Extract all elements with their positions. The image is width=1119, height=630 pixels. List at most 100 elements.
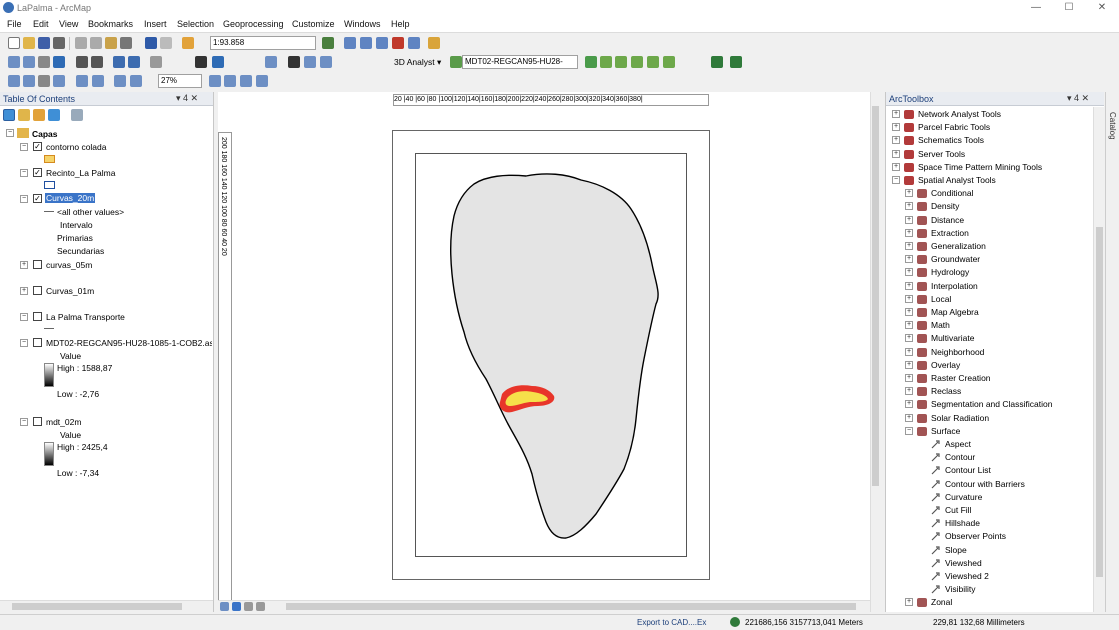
toolset-item[interactable]: Local <box>931 294 951 304</box>
redo-icon[interactable] <box>160 37 172 49</box>
toolset-item[interactable]: Generalization <box>931 241 986 251</box>
profile-graph-icon[interactable] <box>631 56 643 68</box>
layer-la-palma-transporte[interactable]: La Palma Transporte <box>46 312 125 322</box>
delete-icon[interactable] <box>120 37 132 49</box>
mdt02-checkbox[interactable] <box>33 338 42 347</box>
copy-icon[interactable] <box>90 37 102 49</box>
options-icon[interactable] <box>71 109 83 121</box>
toolset-item[interactable]: Distance <box>931 215 964 225</box>
toolset-item-expander[interactable]: + <box>905 374 913 382</box>
surface-tool-item[interactable]: Contour List <box>945 465 991 475</box>
add-data-icon[interactable] <box>182 37 194 49</box>
interpolate-line-icon[interactable] <box>585 56 597 68</box>
toolset-item-expander[interactable]: + <box>905 360 913 369</box>
cut-icon[interactable] <box>75 37 87 49</box>
toolbox-item[interactable]: Schematics Tools <box>918 135 984 145</box>
catalog-window-icon[interactable] <box>360 37 372 49</box>
catalog-side-tab[interactable]: Catalog <box>1105 92 1119 612</box>
toolset-item[interactable]: Reclass <box>931 386 961 396</box>
arcscene-icon[interactable] <box>711 56 723 68</box>
open-folder-icon[interactable] <box>23 37 35 49</box>
toolset-item-expander[interactable]: + <box>905 281 913 290</box>
surface-tool-item[interactable]: Hillshade <box>945 518 980 528</box>
select-features-icon[interactable] <box>150 56 162 68</box>
pan-page-icon[interactable] <box>38 75 50 87</box>
expand-contorno[interactable]: − <box>20 143 28 151</box>
layout-view-icon[interactable] <box>232 602 241 611</box>
expand-recinto[interactable]: − <box>20 169 28 177</box>
toolset-item-expander[interactable]: + <box>905 189 913 198</box>
search-window-icon[interactable] <box>376 37 388 49</box>
toolbox-item-expander[interactable]: − <box>892 176 900 184</box>
pause-draw-icon[interactable] <box>256 602 265 611</box>
layer-contorno-colada[interactable]: contorno colada <box>46 142 107 152</box>
expand-mdt[interactable]: − <box>20 418 28 426</box>
toolset-item-expander[interactable]: + <box>905 400 913 409</box>
zoom-in-page-icon[interactable] <box>8 75 20 87</box>
menu-insert[interactable]: Insert <box>144 19 167 29</box>
paste-icon[interactable] <box>105 37 117 49</box>
toolbox-item[interactable]: Spatial Statistics Tools <box>918 611 1002 612</box>
toolbox-item[interactable]: Space Time Pattern Mining Tools <box>918 162 1042 172</box>
curvas05-checkbox[interactable] <box>33 260 42 269</box>
list-by-selection-icon[interactable] <box>48 109 60 121</box>
toolset-item-expander[interactable]: + <box>905 347 913 356</box>
3d-analyst-label[interactable]: 3D Analyst ▾ <box>394 57 441 68</box>
forward-extent-icon[interactable] <box>128 56 140 68</box>
recinto-checkbox[interactable]: ✓ <box>33 168 42 177</box>
toolset-item-expander[interactable]: + <box>905 202 913 211</box>
toolbox-item-expander[interactable]: + <box>892 162 900 171</box>
surface-tool-item[interactable]: Cut Fill <box>945 505 971 515</box>
layer-mdt02-asc[interactable]: MDT02-REGCAN95-HU28-1085-1-COB2.asc <box>46 338 212 348</box>
layer-curvas-20m[interactable]: Curvas_20m <box>45 193 96 203</box>
data-frame[interactable] <box>415 153 687 557</box>
select-elements-icon[interactable] <box>195 56 207 68</box>
toolset-item-expander[interactable]: + <box>905 255 913 264</box>
curvas20-checkbox[interactable]: ✓ <box>33 194 42 203</box>
toolset-item[interactable]: Segmentation and Classification <box>931 399 1052 409</box>
toc-pin-close[interactable]: ▾ 4 ✕ <box>176 93 198 104</box>
toolbox-item-expander[interactable]: + <box>892 136 900 145</box>
fixed-zoom-in-icon[interactable] <box>76 56 88 68</box>
menu-bookmarks[interactable]: Bookmarks <box>88 19 133 29</box>
toolset-item[interactable]: Conditional <box>931 188 974 198</box>
zoom-out-icon[interactable] <box>23 56 35 68</box>
maximize-button[interactable]: ☐ <box>1056 1 1082 15</box>
measure-icon[interactable] <box>265 56 277 68</box>
menu-edit[interactable]: Edit <box>33 19 49 29</box>
steepest-path-icon[interactable] <box>600 56 612 68</box>
editor-icon[interactable] <box>322 37 334 49</box>
curvas01-checkbox[interactable] <box>33 286 42 295</box>
minimize-button[interactable]: — <box>1023 1 1049 15</box>
toolset-item[interactable]: Zonal <box>931 597 952 607</box>
toolset-item-expander[interactable]: + <box>905 334 913 343</box>
expand-capas[interactable]: − <box>6 129 14 137</box>
save-icon[interactable] <box>38 37 50 49</box>
html-popup-icon[interactable] <box>320 56 332 68</box>
toggle-draft-mode-icon[interactable] <box>209 75 221 87</box>
toolset-item-expander[interactable]: + <box>905 308 913 316</box>
toolset-item-expander[interactable]: + <box>905 321 913 330</box>
zoom-in-icon[interactable] <box>8 56 20 68</box>
menu-help[interactable]: Help <box>391 19 410 29</box>
data-view-icon[interactable] <box>220 602 229 611</box>
arcglobe-icon[interactable] <box>730 56 742 68</box>
toolset-item[interactable]: Solar Radiation <box>931 413 989 423</box>
data-driven-pages-icon[interactable] <box>256 75 268 87</box>
toolset-item-expander[interactable]: + <box>905 413 913 422</box>
layer-mdt-02m[interactable]: mdt_02m <box>46 417 81 427</box>
toolset-item[interactable]: Raster Creation <box>931 373 991 383</box>
line-of-sight-icon[interactable] <box>615 56 627 68</box>
toolset-item-expander[interactable]: + <box>905 215 913 224</box>
menu-view[interactable]: View <box>59 19 78 29</box>
menu-customize[interactable]: Customize <box>292 19 335 29</box>
go-to-xy-icon[interactable] <box>304 56 316 68</box>
expand-transporte[interactable]: − <box>20 313 28 321</box>
layout-vertical-scrollbar[interactable] <box>870 92 880 612</box>
go-forward-extent-page-icon[interactable] <box>130 75 142 87</box>
list-by-visibility-icon[interactable] <box>33 109 45 121</box>
toolbox-vertical-scrollbar[interactable] <box>1093 107 1104 612</box>
toolset-item[interactable]: Interpolation <box>931 281 978 291</box>
mdt-checkbox[interactable] <box>33 417 42 426</box>
contorno-checkbox[interactable]: ✓ <box>33 142 42 151</box>
